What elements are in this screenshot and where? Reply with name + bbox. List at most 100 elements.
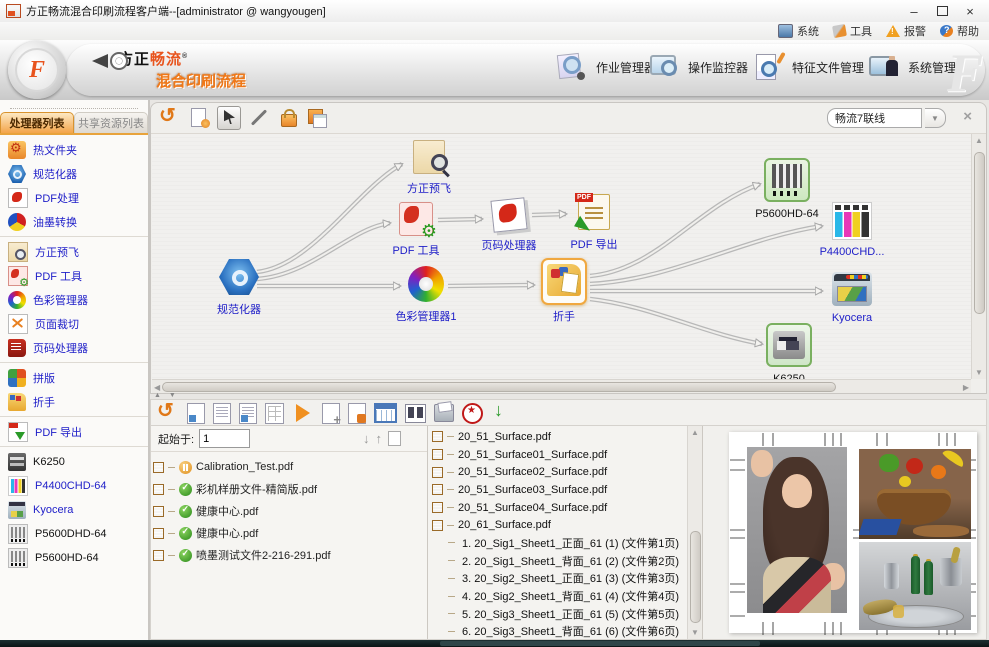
- header-button-operation-monitor[interactable]: 操作监控器: [648, 52, 748, 82]
- node-pdf-export[interactable]: PDF PDF 导出: [552, 194, 636, 252]
- sidebar-item[interactable]: P5600DHD-64: [0, 522, 148, 546]
- new-page-icon[interactable]: [388, 431, 401, 446]
- panel-view-icon[interactable]: [405, 404, 426, 423]
- minimize-button[interactable]: –: [907, 4, 921, 18]
- stamp-file-icon[interactable]: [348, 403, 366, 424]
- tree-node-icon[interactable]: [432, 431, 443, 442]
- header-button-job-manager[interactable]: 作业管理器: [556, 52, 656, 82]
- undo-icon[interactable]: [157, 402, 179, 424]
- header-button-system-admin[interactable]: 系统管理: [868, 52, 956, 82]
- scroll-up-icon[interactable]: ▲: [691, 428, 699, 437]
- node-normalizer[interactable]: 规范化器: [197, 259, 281, 317]
- sidebar-item[interactable]: PDF处理: [0, 186, 148, 210]
- page-row[interactable]: 3. 20_Sig2_Sheet1_正面_61 (3) (文件第3页): [432, 570, 686, 588]
- job-row[interactable]: Calibration_Test.pdf: [153, 456, 425, 478]
- scroll-right-icon[interactable]: ▶: [963, 383, 969, 392]
- node-printer-kyocera[interactable]: Kyocera: [810, 272, 894, 324]
- scroll-down-icon[interactable]: ▼: [691, 628, 699, 637]
- new-flow-icon[interactable]: [188, 107, 210, 129]
- sidebar-drag-handle[interactable]: [10, 102, 138, 109]
- tree-node-icon[interactable]: [153, 506, 164, 517]
- node-color-manager[interactable]: 色彩管理器1: [384, 266, 468, 324]
- tab-processor-list[interactable]: 处理器列表: [0, 112, 74, 133]
- scroll-left-icon[interactable]: ◀: [154, 383, 160, 392]
- menu-item[interactable]: 系统: [778, 23, 819, 39]
- job-row[interactable]: 喷墨测试文件2-216-291.pdf: [153, 544, 425, 566]
- sheet-grid-icon[interactable]: [265, 403, 284, 424]
- node-pdf-tools[interactable]: PDF 工具: [374, 202, 458, 258]
- page-row[interactable]: 5. 20_Sig3_Sheet1_正面_61 (5) (文件第5页): [432, 605, 686, 623]
- tree-node-icon[interactable]: [153, 462, 164, 473]
- scroll-up-icon[interactable]: ▲: [975, 136, 983, 145]
- lock-icon[interactable]: [277, 107, 299, 129]
- move-down-icon[interactable]: ↓: [363, 431, 370, 446]
- archive-box-icon[interactable]: [434, 404, 454, 422]
- line-tool-icon[interactable]: [248, 107, 270, 129]
- pages-scrollbar[interactable]: ▲ ▼: [687, 426, 702, 639]
- copy-page-icon[interactable]: [239, 403, 257, 424]
- maximize-button[interactable]: [935, 4, 949, 18]
- job-row[interactable]: 彩机样册文件-精简版.pdf: [153, 478, 425, 500]
- workflow-close-icon[interactable]: ×: [963, 109, 972, 125]
- start-at-input[interactable]: [199, 429, 250, 448]
- run-icon[interactable]: [292, 402, 314, 424]
- tree-node-icon[interactable]: [153, 484, 164, 495]
- sidebar-item[interactable]: 页码处理器: [0, 336, 148, 360]
- tree-node-icon[interactable]: [153, 528, 164, 539]
- download-icon[interactable]: [491, 402, 513, 424]
- tab-shared-resource-list[interactable]: 共享资源列表: [74, 112, 148, 133]
- node-folding[interactable]: 折手: [522, 258, 606, 324]
- scroll-down-icon[interactable]: ▼: [975, 368, 983, 377]
- page-row[interactable]: 2. 20_Sig1_Sheet1_背面_61 (2) (文件第2页): [432, 552, 686, 570]
- sidebar-item[interactable]: P4400CHD-64: [0, 474, 148, 498]
- sidebar-item[interactable]: 拼版: [0, 366, 148, 390]
- close-button[interactable]: ×: [963, 4, 977, 18]
- sidebar-item[interactable]: PDF 导出: [0, 420, 148, 444]
- surface-row[interactable]: 20_51_Surface.pdf: [432, 428, 686, 446]
- canvas-hscroll-thumb[interactable]: [162, 382, 836, 392]
- surface-row[interactable]: 20_61_Surface.pdf: [432, 516, 686, 534]
- menu-item[interactable]: 工具: [833, 23, 872, 39]
- surface-row[interactable]: 20_51_Surface01_Surface.pdf: [432, 446, 686, 464]
- add-file-icon[interactable]: [322, 403, 340, 424]
- sidebar-item[interactable]: 折手: [0, 390, 148, 414]
- workflow-selector[interactable]: 畅流7联线: [827, 108, 922, 128]
- sidebar-item[interactable]: 热文件夹: [0, 138, 148, 162]
- page-row[interactable]: 6. 20_Sig3_Sheet1_背面_61 (6) (文件第6页): [432, 623, 686, 641]
- menu-item[interactable]: 帮助: [940, 23, 979, 39]
- surface-row[interactable]: 20_51_Surface03_Surface.pdf: [432, 481, 686, 499]
- first-page-icon[interactable]: [187, 403, 205, 424]
- sidebar-item[interactable]: PDF 工具: [0, 264, 148, 288]
- tree-node-icon[interactable]: [432, 484, 443, 495]
- node-preflight[interactable]: 方正预飞: [387, 140, 471, 196]
- undo-icon[interactable]: [159, 107, 181, 129]
- job-row[interactable]: 健康中心.pdf: [153, 522, 425, 544]
- canvas-vscroll-thumb[interactable]: [974, 152, 985, 314]
- node-page-number[interactable]: 页码处理器: [467, 199, 551, 253]
- tree-node-icon[interactable]: [432, 520, 443, 531]
- surface-row[interactable]: 20_51_Surface02_Surface.pdf: [432, 463, 686, 481]
- sidebar-item[interactable]: K6250: [0, 450, 148, 474]
- save-icon[interactable]: [306, 107, 328, 129]
- sidebar-item[interactable]: 方正预飞: [0, 240, 148, 264]
- node-printer-p4400chd[interactable]: P4400CHD...: [810, 202, 894, 258]
- tree-node-icon[interactable]: [153, 550, 164, 561]
- table-view-icon[interactable]: [374, 403, 397, 423]
- canvas-horizontal-scrollbar[interactable]: ◀ ▶: [152, 379, 971, 393]
- panel-splitter[interactable]: ▲ ▼: [148, 392, 989, 399]
- sidebar-item[interactable]: 色彩管理器: [0, 288, 148, 312]
- canvas-vertical-scrollbar[interactable]: ▲ ▼: [971, 134, 986, 379]
- menu-item[interactable]: 报警: [886, 23, 926, 39]
- sidebar-item[interactable]: 油墨转换: [0, 210, 148, 234]
- job-row[interactable]: 健康中心.pdf: [153, 500, 425, 522]
- text-page-icon[interactable]: [213, 403, 231, 424]
- sidebar-item[interactable]: 规范化器: [0, 162, 148, 186]
- sidebar-item[interactable]: P5600HD-64: [0, 546, 148, 570]
- preview-sheet[interactable]: [729, 432, 977, 633]
- page-row[interactable]: 4. 20_Sig2_Sheet1_背面_61 (4) (文件第4页): [432, 587, 686, 605]
- tree-node-icon[interactable]: [432, 467, 443, 478]
- node-printer-k6250[interactable]: K6250: [747, 323, 831, 379]
- workflow-canvas[interactable]: 规范化器 方正预飞 PDF 工具 页码处理器 PDF PDF 导出: [152, 134, 971, 379]
- sidebar-item[interactable]: Kyocera: [0, 498, 148, 522]
- sidebar-item[interactable]: 页面裁切: [0, 312, 148, 336]
